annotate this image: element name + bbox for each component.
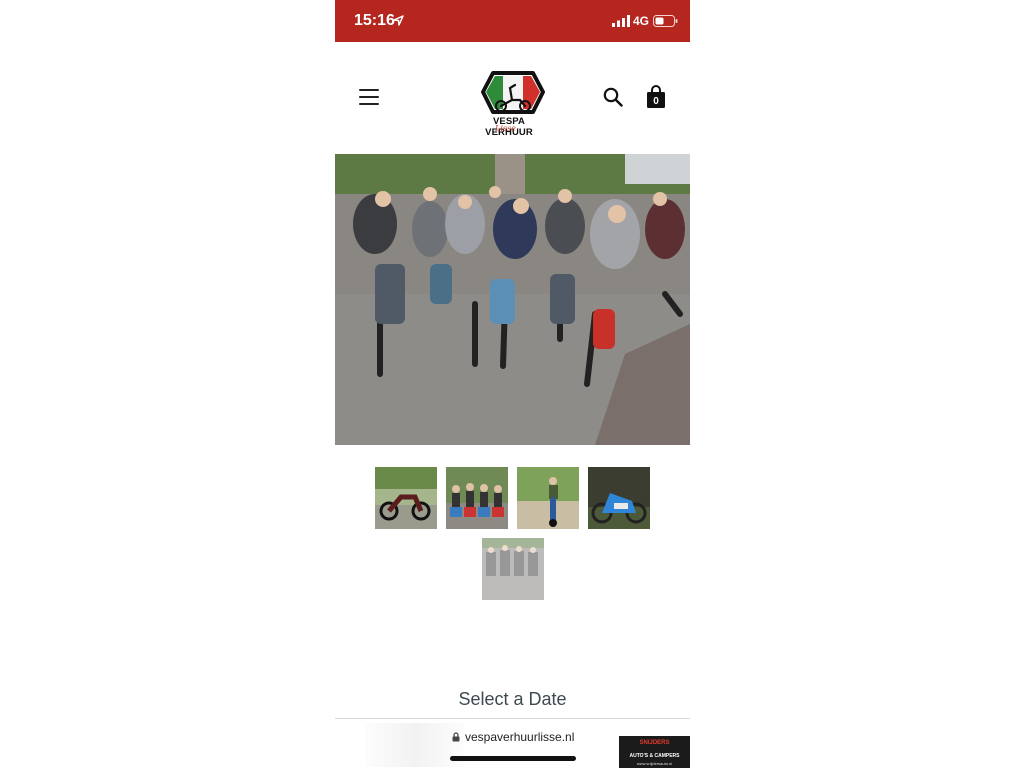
brand-script: Lisse	[495, 124, 516, 133]
status-bar: 15:16 4G	[335, 0, 690, 42]
cart-icon[interactable]: 0	[646, 85, 666, 109]
select-date-button[interactable]: Select a Date	[335, 689, 690, 710]
menu-icon[interactable]	[359, 89, 379, 105]
gallery-thumbnail-4[interactable]	[588, 467, 650, 529]
url-text[interactable]: vespaverhuurlisse.nl	[465, 730, 574, 744]
status-time: 15:16	[354, 12, 395, 29]
home-indicator[interactable]	[450, 756, 576, 761]
signal-icon	[612, 15, 630, 27]
lock-icon	[452, 732, 460, 742]
location-arrow-icon	[393, 15, 404, 26]
battery-icon	[653, 15, 678, 27]
hero-image[interactable]	[335, 154, 690, 445]
search-icon[interactable]	[603, 87, 623, 107]
cart-count: 0	[653, 96, 659, 107]
phone-screen: 15:16 4G VESPA VERHUUR Lisse 0 Select a …	[335, 0, 690, 768]
ad-subtitle: AUTO'S & CAMPERS	[629, 753, 680, 759]
gallery-thumbnail-1[interactable]	[375, 467, 437, 529]
ad-banner[interactable]: SNIJDERS AUTO'S & CAMPERS www.snijdersau…	[619, 736, 690, 768]
ad-url: www.snijdersauto.nl	[636, 761, 673, 766]
gallery-thumbnail-3[interactable]	[517, 467, 579, 529]
gallery-thumbnail-2[interactable]	[446, 467, 508, 529]
ad-title: SNIJDERS	[639, 740, 670, 746]
network-label: 4G	[633, 14, 650, 28]
gallery-thumbnail-5[interactable]	[482, 538, 544, 600]
